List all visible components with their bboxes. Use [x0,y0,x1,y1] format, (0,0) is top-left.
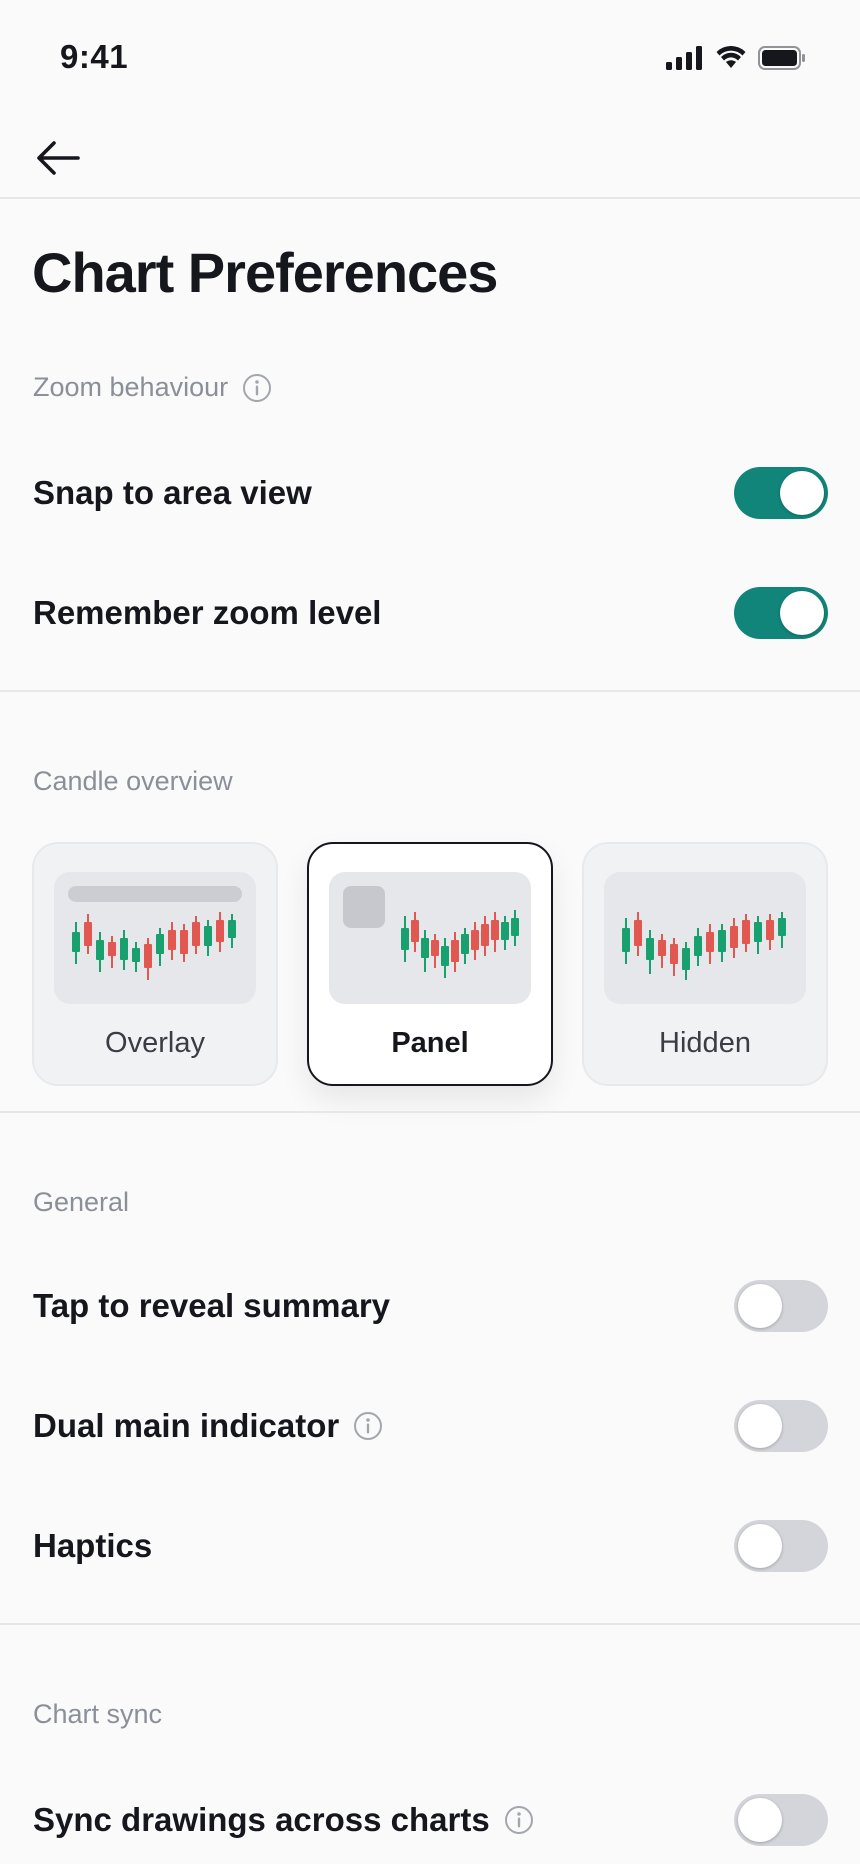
status-time: 9:41 [60,38,129,75]
tap-to-reveal-toggle[interactable] [734,1280,828,1332]
setting-label: Sync drawings across charts [33,1801,490,1838]
info-icon[interactable] [353,1411,383,1441]
overlay-preview [54,872,256,1004]
battery-icon [758,46,805,70]
setting-row-haptics: Haptics [0,1506,860,1586]
setting-row-tap-to-reveal: Tap to reveal summary [0,1266,860,1346]
sync-drawings-toggle[interactable] [734,1794,828,1846]
wifi-icon [716,46,746,68]
general-section-title: General [33,1187,130,1217]
dual-indicator-toggle[interactable] [734,1400,828,1452]
sync-section-label: Chart sync [33,1699,162,1730]
option-label: Panel [391,1027,469,1059]
candle-option-overlay[interactable]: Overlay [32,842,278,1086]
setting-label: Haptics [33,1527,153,1564]
section-divider [0,1623,860,1625]
back-button[interactable] [30,130,86,186]
toggle-knob [780,471,824,515]
zoom-section-title: Zoom behaviour [33,372,229,402]
candle-section-title: Candle overview [33,766,233,796]
candle-option-panel[interactable]: Panel [307,842,553,1086]
setting-row-dual-indicator: Dual main indicator [0,1386,860,1466]
status-bar: 9:41 [0,0,860,100]
snap-to-area-toggle[interactable] [734,467,828,519]
option-label: Overlay [105,1027,205,1059]
candle-overview-options: Overlay Panel Hidden [32,842,828,1086]
remember-zoom-toggle[interactable] [734,587,828,639]
setting-label: Tap to reveal summary [33,1287,391,1324]
arrow-left-icon [37,141,80,175]
panel-preview [329,872,531,1004]
general-section-label: General [33,1187,129,1218]
section-divider [0,1111,860,1113]
toggle-knob [738,1284,782,1328]
setting-label-group: Sync drawings across charts [33,1801,534,1839]
candles-icon [68,886,242,980]
toggle-knob [738,1798,782,1842]
nav-bar [0,100,860,199]
toggle-knob [738,1524,782,1568]
candlestick-pattern [622,912,786,980]
setting-row-snap-to-area: Snap to area view [0,453,860,533]
setting-label-group: Dual main indicator [33,1407,383,1445]
candlestick-pattern [72,912,236,980]
status-icons [666,46,806,70]
setting-label: Remember zoom level [33,594,382,631]
haptics-toggle[interactable] [734,1520,828,1572]
info-icon[interactable] [504,1805,534,1835]
toggle-knob [780,591,824,635]
candles-icon [622,912,786,980]
candle-section-label: Candle overview [33,766,233,797]
setting-label: Snap to area view [33,474,312,511]
setting-row-remember-zoom: Remember zoom level [0,573,860,653]
sync-section-title: Chart sync [33,1699,163,1729]
hidden-preview [604,872,806,1004]
setting-label: Dual main indicator [33,1407,340,1444]
toggle-knob [738,1404,782,1448]
candlestick-pattern [401,910,519,978]
candles-icon [343,886,519,978]
option-label: Hidden [659,1027,751,1059]
candle-option-hidden[interactable]: Hidden [582,842,828,1086]
cellular-signal-icon [666,46,702,70]
zoom-section-label: Zoom behaviour [33,372,272,403]
page-title: Chart Preferences [32,241,498,304]
section-divider [0,690,860,692]
setting-row-sync-drawings: Sync drawings across charts [0,1780,860,1860]
info-icon[interactable] [242,373,272,403]
